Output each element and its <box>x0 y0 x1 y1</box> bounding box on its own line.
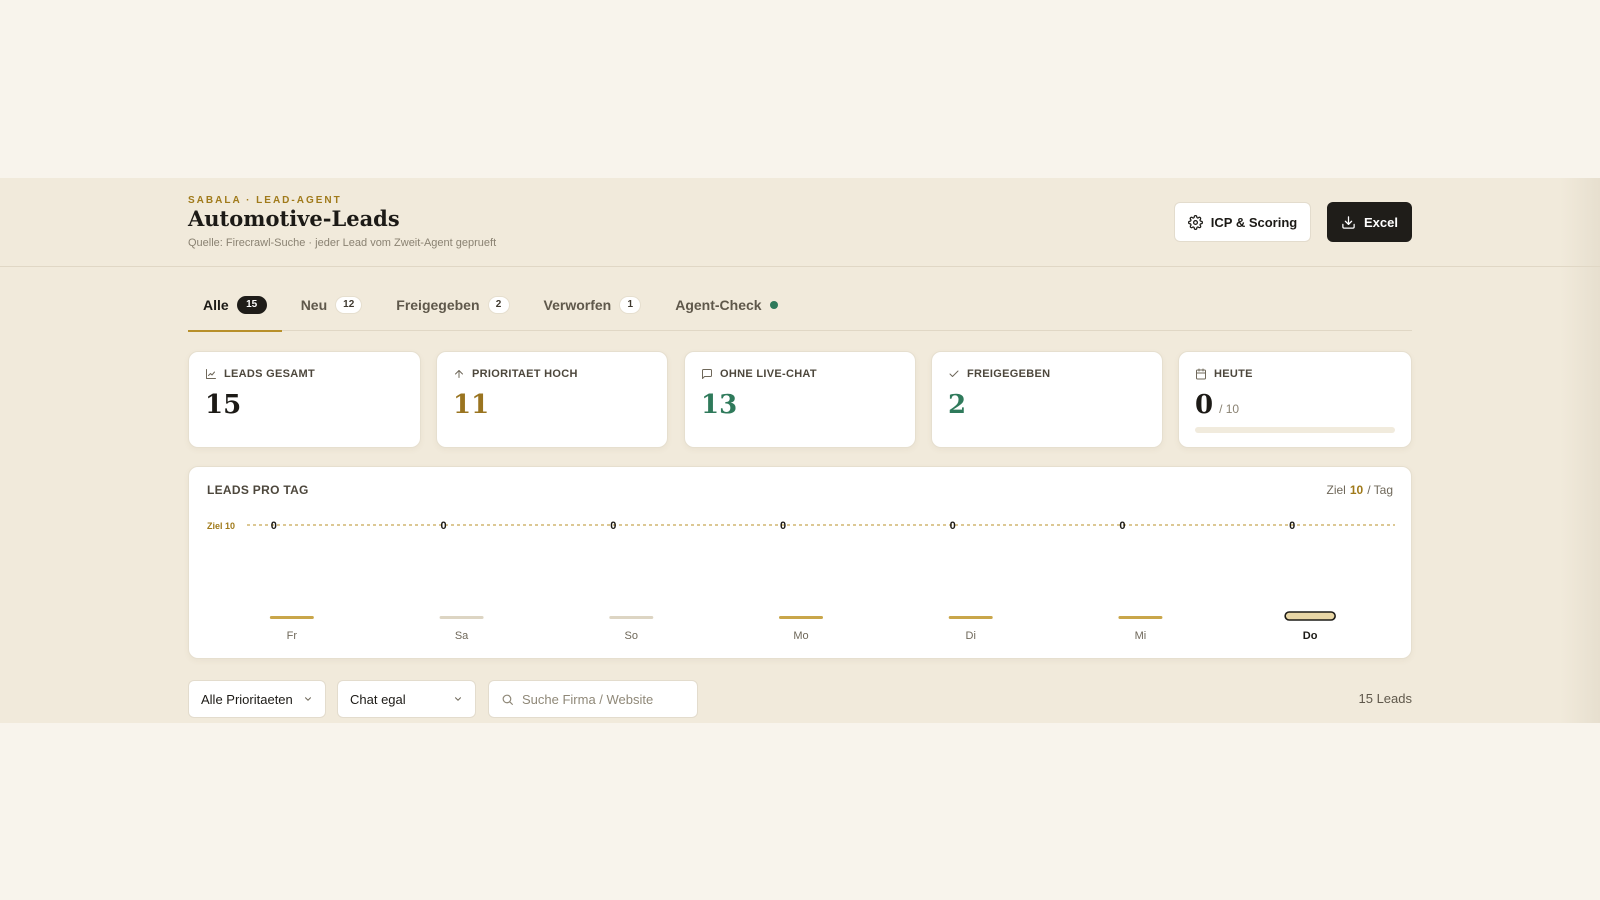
chart-icon <box>206 369 216 379</box>
tab-label: Freigegeben <box>396 296 480 313</box>
bar-so <box>609 616 654 619</box>
tab-agent-check[interactable]: Agent-Check <box>660 288 792 331</box>
tab-alle[interactable]: Alle 15 <box>188 288 282 332</box>
excel-export-button[interactable]: Excel <box>1327 202 1412 242</box>
kpi-card-freigegeben: FREIGEGEBEN 2 <box>931 351 1163 448</box>
kpi-value: 11 <box>453 390 490 420</box>
bar-value-label: 0 <box>1119 520 1125 532</box>
chat-select[interactable]: Chat egal <box>337 680 476 718</box>
kpi-value: 0 <box>1195 390 1214 420</box>
tab-label: Neu <box>300 296 328 313</box>
tab-count-badge: 2 <box>487 295 510 314</box>
x-tick-label: Mo <box>793 630 808 642</box>
kpi-label: HEUTE <box>1214 368 1253 380</box>
chat-select-value: Chat egal <box>350 691 406 707</box>
bar-mi <box>1118 616 1163 619</box>
status-dot-icon <box>769 300 778 309</box>
x-tick-label: Do <box>1303 630 1318 642</box>
arrow-up-icon <box>455 370 463 378</box>
tab-label: Alle <box>203 296 229 313</box>
tab-count-badge: 12 <box>335 295 363 314</box>
chat-icon <box>702 369 712 379</box>
bar-mo <box>779 616 823 619</box>
priority-select[interactable]: Alle Prioritaeten <box>188 680 326 718</box>
kpi-goal-suffix: / 10 <box>1219 402 1240 416</box>
status-tabs: Alle 15 Neu 12 Freigegeben 2 Verworfen 1… <box>188 288 1412 332</box>
eyebrow-label: SABALA · LEAD-AGENT <box>188 195 342 206</box>
tab-label: Agent-Check <box>675 296 762 313</box>
icp-scoring-button[interactable]: ICP & Scoring <box>1174 202 1311 242</box>
tab-freigegeben[interactable]: Freigegeben 2 <box>381 288 524 331</box>
chevron-down-icon <box>304 697 312 701</box>
priority-select-value: Alle Prioritaeten <box>201 691 293 707</box>
kpi-label: LEADS GESAMT <box>224 368 315 380</box>
lead-count-label: 15 Leads <box>1358 691 1413 706</box>
search-field[interactable] <box>488 680 698 718</box>
tab-verworfen[interactable]: Verworfen 1 <box>529 288 657 331</box>
icp-scoring-label: ICP & Scoring <box>1210 214 1298 230</box>
kpi-card-ohne-live-chat: OHNE LIVE-CHAT 13 <box>684 351 916 448</box>
x-tick-label: Fr <box>287 630 298 642</box>
app-panel: SABALA · LEAD-AGENT Automotive-Leads Que… <box>0 178 1600 723</box>
kpi-label: FREIGEGEBEN <box>967 368 1051 380</box>
search-input[interactable] <box>522 691 692 707</box>
x-tick-label: Mi <box>1135 630 1147 642</box>
bar-value-label: 0 <box>780 520 786 532</box>
kpi-card-heute: HEUTE 0 / 10 <box>1178 351 1412 448</box>
kpi-value: 2 <box>948 390 967 420</box>
kpi-value: 13 <box>701 390 738 420</box>
tab-count-badge: 1 <box>619 295 642 314</box>
page-title: Automotive-Leads <box>188 206 400 231</box>
filter-bar: Alle Prioritaeten Chat egal 15 Leads <box>188 680 1412 718</box>
search-icon <box>502 694 513 705</box>
check-icon <box>949 370 959 377</box>
tab-count-badge: 15 <box>236 295 267 314</box>
daily-progress-bar <box>1195 427 1395 433</box>
x-tick-label: Di <box>966 630 976 642</box>
excel-label: Excel <box>1364 214 1398 230</box>
bar-value-label: 0 <box>1289 520 1295 532</box>
bar-di <box>948 616 993 619</box>
chevron-down-icon <box>454 697 462 701</box>
page-header: SABALA · LEAD-AGENT Automotive-Leads Que… <box>0 178 1600 267</box>
bar-sa <box>439 616 484 619</box>
kpi-card-leads-gesamt: LEADS GESAMT 15 <box>188 351 421 448</box>
tab-neu[interactable]: Neu 12 <box>286 288 378 331</box>
gear-icon <box>1187 214 1203 230</box>
calendar-icon <box>1196 368 1206 380</box>
kpi-label: PRIORITAET HOCH <box>472 368 578 380</box>
kpi-value: 15 <box>205 390 242 420</box>
leads-per-day-chart: LEADS PRO TAG Ziel 10/ Tag Ziel 10 0 Fr 0 Sa… <box>188 466 1412 659</box>
bar-value-label: 0 <box>271 520 277 532</box>
bar-value-label: 0 <box>950 520 956 532</box>
bar-fr <box>269 616 314 619</box>
chart-canvas: Ziel 10 0 Fr 0 Sa 0 So 0 Mo 0 Di 0 Mi 0 Do <box>207 520 1395 642</box>
kpi-label: OHNE LIVE-CHAT <box>720 368 817 380</box>
bar-do <box>1284 611 1336 621</box>
bar-value-label: 0 <box>610 520 616 532</box>
page-subtitle: Quelle: Firecrawl-Suche · jeder Lead vom… <box>188 237 497 249</box>
tab-label: Verworfen <box>543 296 612 313</box>
x-tick-label: Sa <box>455 630 469 642</box>
kpi-card-prioritaet-hoch: PRIORITAET HOCH 11 <box>436 351 668 448</box>
download-icon <box>1342 215 1355 229</box>
goal-line-label: Ziel 10 <box>207 521 235 531</box>
bar-value-label: 0 <box>441 520 447 532</box>
x-tick-label: So <box>625 630 638 642</box>
